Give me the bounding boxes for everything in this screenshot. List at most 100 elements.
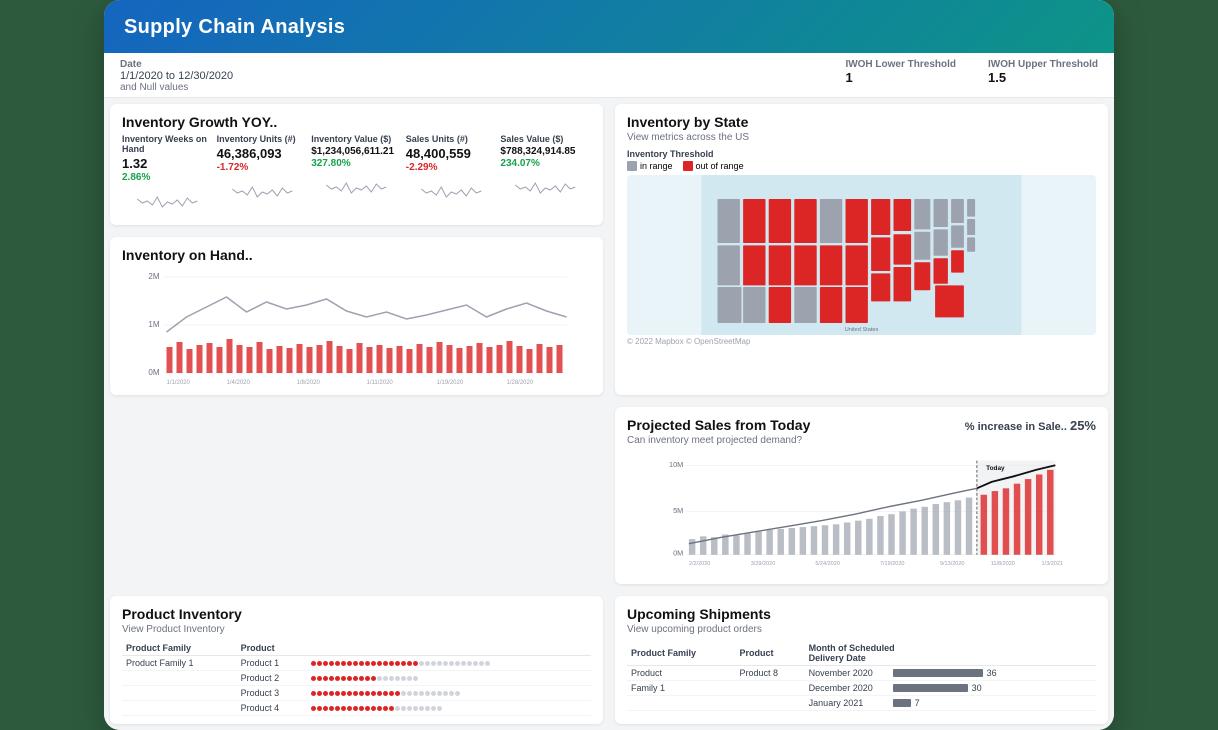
svg-text:5M: 5M xyxy=(673,506,683,515)
filters-bar: Date 1/1/2020 to 12/30/2020 and Null val… xyxy=(104,53,1114,98)
dot xyxy=(371,691,376,696)
ship-bar xyxy=(893,669,983,677)
map-title: Inventory by State xyxy=(627,114,1096,130)
mini-chart xyxy=(311,173,402,203)
threshold-lower-value: 1 xyxy=(845,70,956,85)
dot xyxy=(449,691,454,696)
date-range: 1/1/2020 to 12/30/2020 xyxy=(120,70,233,82)
ship-bar xyxy=(893,684,968,692)
month-label: January 2021 xyxy=(809,698,889,708)
dot xyxy=(485,661,490,666)
dot xyxy=(413,661,418,666)
kpi-value: $1,234,056,611.21 xyxy=(311,146,402,157)
thresholds: IWOH Lower Threshold 1 IWOH Upper Thresh… xyxy=(845,59,1098,85)
date-filter: Date 1/1/2020 to 12/30/2020 and Null val… xyxy=(120,59,233,93)
dot xyxy=(455,691,460,696)
dashboard-header: Supply Chain Analysis xyxy=(104,0,1114,53)
dot xyxy=(383,706,388,711)
kpi-grid: Inventory Weeks on Hand1.322.86%Inventor… xyxy=(122,134,591,217)
dot xyxy=(347,706,352,711)
shipments-table: Product Family Product Month of Schedule… xyxy=(627,641,1096,711)
svg-text:1/28/2020: 1/28/2020 xyxy=(507,380,534,386)
svg-text:1/11/2020: 1/11/2020 xyxy=(367,380,394,386)
percent-label: % increase in Sale.. xyxy=(965,421,1067,433)
dot xyxy=(347,676,352,681)
kpi-value: 46,386,093 xyxy=(217,146,308,161)
product-inventory-subtitle: View Product Inventory xyxy=(122,624,591,635)
dot xyxy=(317,676,322,681)
dot xyxy=(431,691,436,696)
kpi-item: Inventory Units (#)46,386,093-1.72% xyxy=(217,134,308,217)
dot xyxy=(443,661,448,666)
map-legend: in range out of range xyxy=(627,161,1096,171)
threshold-upper: IWOH Upper Threshold 1.5 xyxy=(988,59,1098,85)
map-credit: © 2022 Mapbox © OpenStreetMap xyxy=(627,337,1096,346)
dot xyxy=(401,706,406,711)
bar-cell: December 202030 xyxy=(809,683,1092,693)
dot xyxy=(335,661,340,666)
dot xyxy=(425,661,430,666)
map-section: Inventory by State View metrics across t… xyxy=(615,104,1108,395)
month-label: December 2020 xyxy=(809,683,889,693)
dot xyxy=(413,691,418,696)
ship-family-cell xyxy=(627,696,736,711)
dot xyxy=(359,676,364,681)
dot xyxy=(395,676,400,681)
dot xyxy=(383,676,388,681)
dot xyxy=(335,691,340,696)
kpi-label: Sales Value ($) xyxy=(500,134,591,144)
dot xyxy=(329,706,334,711)
in-range-dot xyxy=(627,161,637,171)
dot xyxy=(395,661,400,666)
dot xyxy=(443,691,448,696)
threshold-lower: IWOH Lower Threshold 1 xyxy=(845,59,956,85)
product-inventory-section: Product Inventory View Product Inventory… xyxy=(110,596,603,724)
dot xyxy=(395,691,400,696)
kpi-label: Inventory Weeks on Hand xyxy=(122,134,213,154)
svg-text:10M: 10M xyxy=(669,460,683,469)
dot xyxy=(395,706,400,711)
dot xyxy=(407,676,412,681)
us-map-svg: United States xyxy=(627,175,1096,335)
product-dots-cell xyxy=(307,686,591,701)
product-family-cell: Product Family 1 xyxy=(122,656,237,671)
dot xyxy=(311,691,316,696)
svg-text:1M: 1M xyxy=(148,320,159,329)
dot xyxy=(437,706,442,711)
dot xyxy=(323,661,328,666)
threshold-lower-label: IWOH Lower Threshold xyxy=(845,59,956,70)
svg-text:0M: 0M xyxy=(148,368,159,377)
dot xyxy=(359,691,364,696)
dot xyxy=(437,691,442,696)
dot xyxy=(329,661,334,666)
dot xyxy=(359,706,364,711)
dot xyxy=(431,706,436,711)
dot xyxy=(389,706,394,711)
table-row: Product 4 xyxy=(122,701,591,716)
dot xyxy=(467,661,472,666)
ship-product-cell xyxy=(736,681,805,696)
dot xyxy=(425,706,430,711)
product-table-wrapper: Product Family Product Product Family 1P… xyxy=(122,641,591,716)
dot xyxy=(371,706,376,711)
threshold-upper-label: IWOH Upper Threshold xyxy=(988,59,1098,70)
dashboard-title: Supply Chain Analysis xyxy=(124,16,1094,39)
kpi-change: 327.80% xyxy=(311,158,402,169)
kpi-value: $788,324,914.85 xyxy=(500,146,591,157)
dot xyxy=(401,661,406,666)
col-family: Product Family xyxy=(122,641,237,656)
kpi-change: 2.86% xyxy=(122,172,213,183)
dot xyxy=(365,661,370,666)
projected-chart: 10M 5M 0M Today xyxy=(627,456,1096,576)
dot xyxy=(311,706,316,711)
ship-value: 7 xyxy=(915,698,920,708)
inventory-chart: 2M 1M 0M xyxy=(122,267,591,387)
table-row: January 2021 7 xyxy=(627,696,1096,711)
kpi-item: Sales Units (#)48,400,559-2.29% xyxy=(406,134,497,217)
svg-text:7/19/2020: 7/19/2020 xyxy=(880,561,905,567)
ship-col-product: Product xyxy=(736,641,805,666)
dot xyxy=(413,676,418,681)
dot xyxy=(353,691,358,696)
col-dots xyxy=(307,641,591,656)
out-range-label: out of range xyxy=(696,161,744,171)
